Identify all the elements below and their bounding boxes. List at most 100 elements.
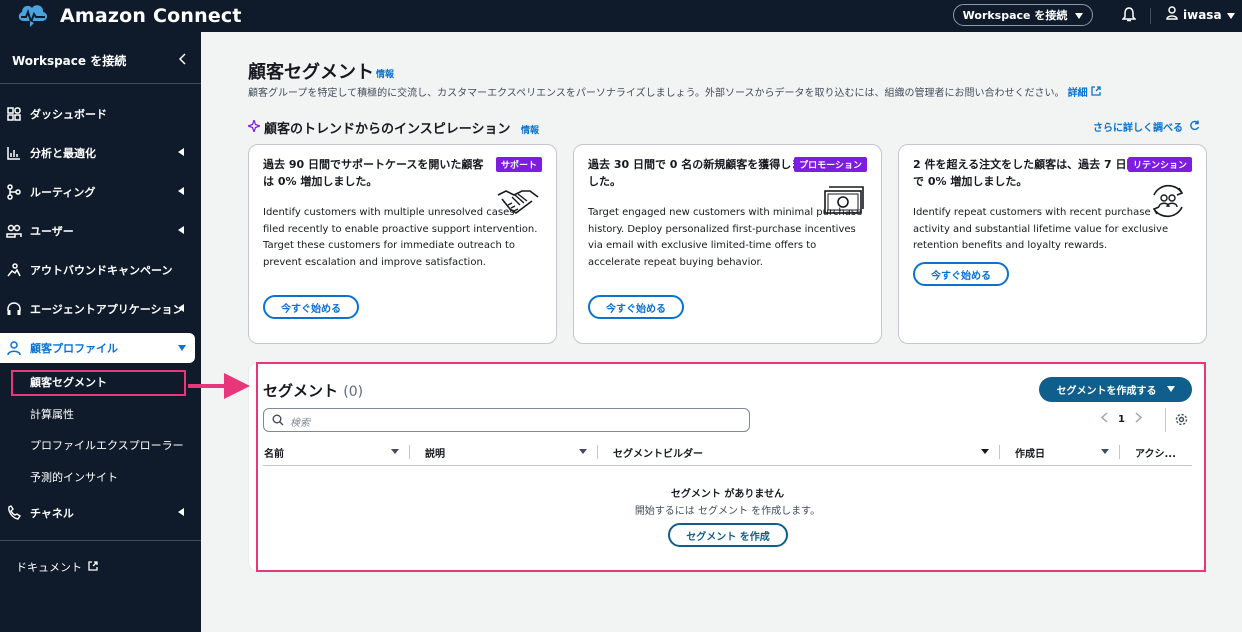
sort-icon[interactable] [579, 449, 587, 454]
page-info-link[interactable]: 情報 [376, 67, 394, 80]
annotation-highlight-box [11, 370, 186, 396]
collapse-caret-icon [178, 345, 186, 351]
column-header-description[interactable]: 説明 [425, 445, 445, 460]
expand-caret-icon [178, 304, 184, 312]
top-navigation: Amazon Connect Workspace を接続 iwasa [0, 0, 1242, 32]
sidebar-item-analytics[interactable]: 分析と最適化 [0, 138, 201, 168]
sidebar-item-label: ユーザー [30, 225, 74, 238]
external-link-icon [88, 560, 98, 574]
annotation-arrow-icon [186, 369, 252, 410]
start-now-button[interactable]: 今すぐ始める [588, 295, 684, 319]
table-header-divider [263, 465, 1192, 466]
caret-down-icon [1166, 384, 1175, 395]
card-title: 2 件を超える注文をした顧客は、過去 7 日間で 0% 増加しました。 [913, 158, 1138, 188]
sidebar-item-channels[interactable]: チャネル [0, 498, 201, 528]
column-header-name[interactable]: 名前 [264, 445, 284, 460]
sidebar-item-label: エージェントアプリケーション [30, 303, 184, 316]
notification-bell-icon[interactable] [1121, 7, 1137, 26]
channel-icon [6, 505, 22, 521]
sidebar-item-agent-applications[interactable]: エージェントアプリケーション [0, 294, 201, 324]
column-header-actions[interactable]: アクシ... [1135, 445, 1176, 460]
sidebar-item-outbound-campaigns[interactable]: アウトバウンドキャンペーン [0, 255, 201, 285]
search-placeholder: 検索 [290, 418, 310, 429]
sparkle-icon [246, 117, 262, 136]
campaign-icon [6, 262, 22, 278]
page-number[interactable]: 1 [1118, 414, 1125, 425]
card-title: 過去 90 日間でサポートケースを開いた顧客は 0% 増加しました。 [263, 158, 484, 188]
segment-search-input[interactable]: 検索 [263, 408, 750, 432]
inspiration-card-support: 過去 90 日間でサポートケースを開いた顧客は 0% 増加しました。 サポート … [248, 144, 557, 344]
gear-icon[interactable] [1175, 413, 1188, 429]
sidebar-item-customer-profiles[interactable]: 顧客プロファイル [0, 333, 195, 363]
workspace-connect-label: Workspace を接続 [962, 9, 1068, 22]
inspiration-card-retention: 2 件を超える注文をした顧客は、過去 7 日間で 0% 増加しました。 リテンシ… [898, 144, 1207, 344]
column-header-created-date[interactable]: 作成日 [1015, 445, 1045, 460]
explore-more-label: さらに詳しく調べる [1093, 123, 1183, 134]
topbar-divider [1150, 8, 1151, 24]
sidebar-item-label: アウトバウンドキャンペーン [30, 264, 173, 277]
collapse-sidebar-icon[interactable] [178, 53, 186, 68]
refresh-icon [1189, 120, 1200, 134]
sort-icon[interactable] [391, 449, 399, 454]
sidebar-item-label: チャネル [30, 507, 74, 520]
learn-more-link[interactable]: 詳細 [1067, 86, 1101, 99]
sidebar-divider [0, 83, 201, 84]
app-name: Amazon Connect [60, 5, 242, 27]
column-divider[interactable] [1119, 445, 1120, 459]
column-header-segment-builder[interactable]: セグメントビルダー [613, 445, 703, 460]
column-divider[interactable] [597, 445, 598, 459]
card-body: Identify repeat customers with recent pu… [913, 207, 1169, 251]
search-icon [272, 414, 284, 429]
documentation-label: ドキュメント [16, 561, 82, 574]
empty-state-title: セグメント がありません [670, 489, 785, 500]
sidebar-item-routing[interactable]: ルーティング [0, 177, 201, 207]
sidebar-item-label: ルーティング [30, 186, 96, 199]
column-divider[interactable] [409, 445, 410, 459]
create-segment-label: セグメントを作成する [1056, 386, 1157, 397]
main-content: 顧客セグメント 情報 顧客グループを特定して積極的に交流し、カスタマーエクスペリ… [201, 32, 1242, 632]
sort-icon[interactable] [981, 449, 989, 454]
sidebar-subitem-profile-explorer[interactable]: プロファイルエクスプローラー [30, 437, 184, 453]
empty-create-segment-button[interactable]: セグメント を作成 [668, 523, 788, 547]
sidebar-item-users[interactable]: ユーザー [0, 216, 201, 246]
card-badge: リテンション [1127, 157, 1192, 172]
sidebar-item-label: 分析と最適化 [30, 147, 96, 160]
dashboard-icon [6, 106, 22, 122]
card-title: 過去 30 日間で 0 名の新規顧客を獲得しました。 [588, 158, 803, 188]
brand[interactable]: Amazon Connect [16, 1, 242, 32]
create-segment-button[interactable]: セグメントを作成する [1039, 377, 1192, 402]
inspiration-info-link[interactable]: 情報 [521, 123, 539, 136]
external-link-icon [1091, 86, 1101, 99]
sidebar-subitem-predictive-insights[interactable]: 予測的インサイト [30, 469, 118, 485]
inspiration-heading: 顧客のトレンドからのインスピレーション [246, 117, 510, 137]
sort-icon[interactable] [1101, 449, 1109, 454]
headset-icon [6, 301, 22, 317]
column-divider[interactable] [999, 445, 1000, 459]
sidebar-item-dashboard[interactable]: ダッシュボード [0, 99, 201, 129]
page-title: 顧客セグメント [248, 62, 374, 83]
sidebar-subitem-calculated-attributes[interactable]: 計算属性 [30, 406, 74, 422]
explore-more-link[interactable]: さらに詳しく調べる [1093, 119, 1200, 134]
amazon-connect-logo-icon [16, 1, 50, 32]
chevron-right-icon[interactable] [1135, 412, 1143, 426]
sidebar-item-label: ダッシュボード [30, 108, 107, 121]
sidebar-divider [0, 540, 201, 541]
pagination: 1 [1100, 412, 1143, 426]
user-menu[interactable]: iwasa [1166, 6, 1235, 23]
inspiration-card-promotion: 過去 30 日間で 0 名の新規顧客を獲得しました。 プロモーション Targe… [573, 144, 882, 344]
workspace-connect-button[interactable]: Workspace を接続 [953, 4, 1093, 26]
card-badge: プロモーション [794, 157, 867, 172]
expand-caret-icon [178, 148, 184, 156]
sidebar-header: Workspace を接続 [12, 54, 127, 68]
chevron-left-icon[interactable] [1100, 412, 1108, 426]
sidebar-item-label: 顧客プロファイル [30, 342, 118, 355]
start-now-button[interactable]: 今すぐ始める [913, 262, 1009, 286]
caret-down-icon [1226, 8, 1235, 22]
users-icon [6, 223, 22, 239]
sidebar-item-documentation[interactable]: ドキュメント [16, 559, 98, 575]
segments-count: (0) [343, 384, 364, 400]
expand-caret-icon [178, 187, 184, 195]
learn-more-label: 詳細 [1067, 88, 1088, 99]
start-now-button[interactable]: 今すぐ始める [263, 295, 359, 319]
expand-caret-icon [178, 226, 184, 234]
